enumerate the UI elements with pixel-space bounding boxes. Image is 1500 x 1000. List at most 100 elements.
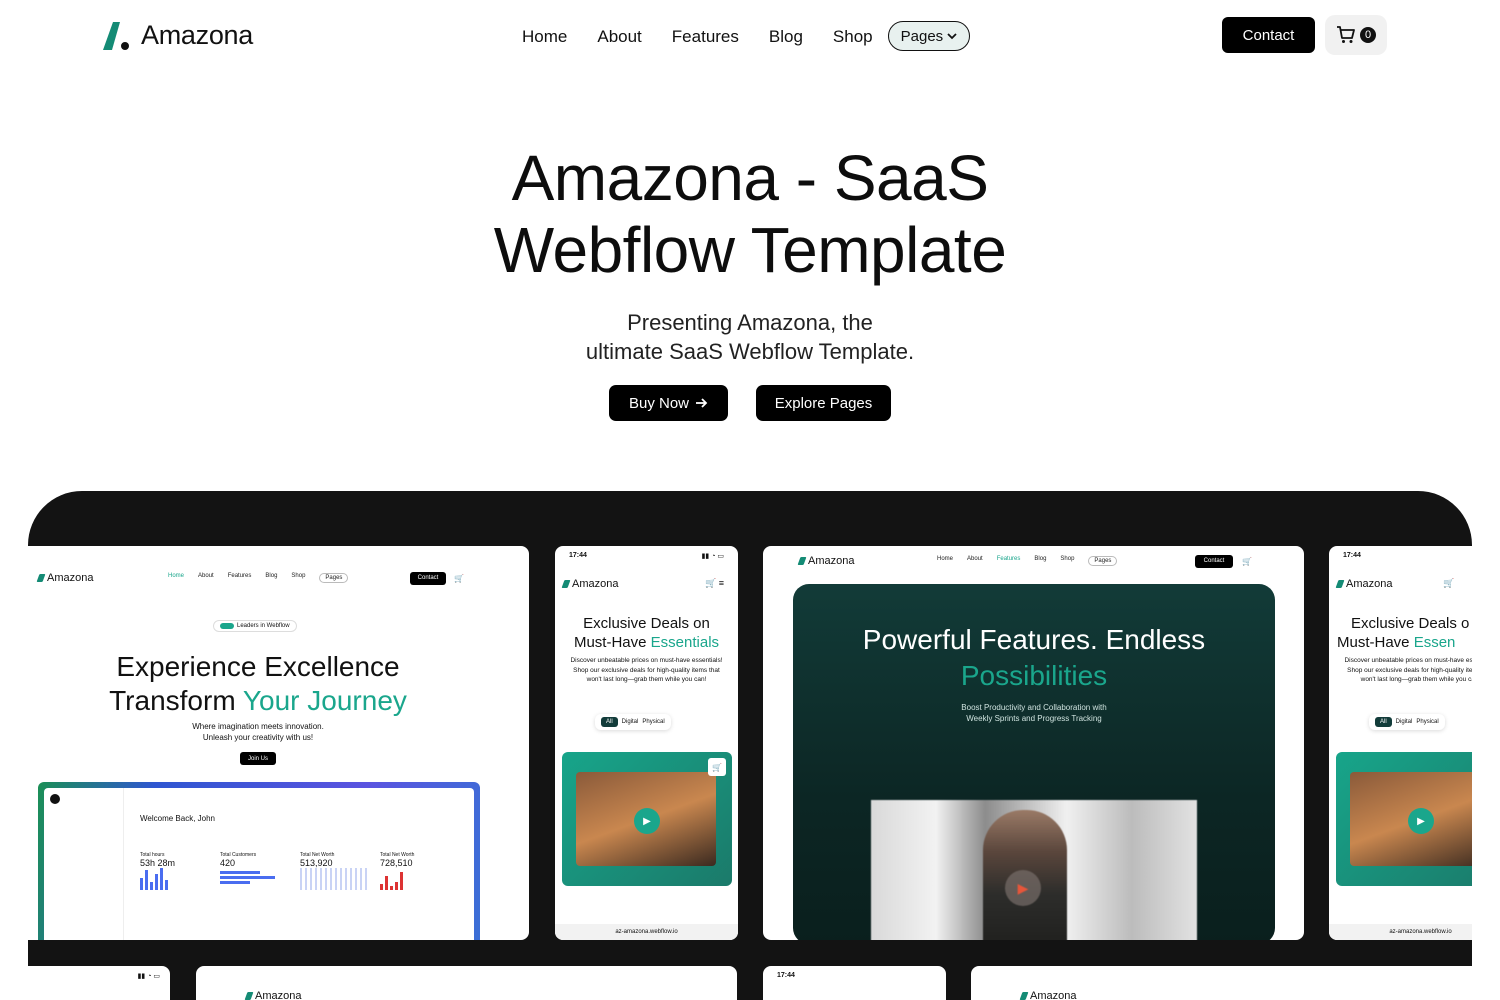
menu-icon: 🛒 ≡ [705, 578, 724, 588]
preview-card-features[interactable]: Amazona Home About Features Blog Shop Pa… [763, 546, 1304, 940]
preview-logo: Amazona [797, 555, 855, 567]
preview-card-row2-1[interactable]: ▮▮ ◔ ▭ [28, 966, 170, 1000]
dashboard-window: Welcome Back, John Total hours 53h 28m To… [44, 788, 474, 940]
preview-subtext: Boost Productivity and Collaboration wit… [793, 702, 1275, 724]
preview-card-shop-mobile[interactable]: 17:44 ▮▮ ◔ ▭ Amazona 🛒 ≡ Exclusive Deals… [555, 546, 738, 940]
preview-body: Discover unbeatable prices on must-have … [570, 657, 723, 683]
preview-link: Blog [265, 573, 278, 579]
stat-chart [140, 868, 210, 890]
logo-icon [1019, 992, 1029, 1000]
contact-button[interactable]: Contact [1222, 17, 1315, 53]
preview-join-button: Join Us [240, 752, 276, 765]
preview-link: About [198, 573, 214, 579]
browser-url: az-amazona.webflow.io [1329, 924, 1472, 940]
preview-logo-text: Amazona [808, 555, 855, 567]
tab: Physical [1416, 719, 1439, 725]
preview-link: About [967, 556, 983, 562]
preview-nav: Amazona Home About Features Blog Shop Pa… [36, 571, 518, 585]
preview-pages-pill: Pages [1088, 556, 1118, 566]
preview-logo-text: Amazona [1030, 990, 1077, 1000]
pages-dropdown[interactable]: Pages [887, 21, 971, 51]
preview-nav: Amazona Home About Features Blog Shop Pa… [797, 554, 1279, 568]
preview-heading-line1: Experience Excellence [116, 651, 400, 682]
preview-card-row2-4[interactable]: Amazona [971, 966, 1472, 1000]
preview-heading-line2b: Essentials [650, 634, 720, 651]
preview-card-shop-mobile-2[interactable]: 17:44 Amazona 🛒 Exclusive Deals o Must-H… [1329, 546, 1472, 940]
hero-buttons: Buy Now Explore Pages [609, 385, 891, 421]
preview-heading-line2b: Your Journey [242, 685, 407, 716]
preview-heading-line1: Powerful Features. Endless [862, 624, 1206, 655]
logo-icon [561, 580, 571, 588]
nav-link-features[interactable]: Features [672, 27, 739, 47]
preview-card-row2-2[interactable]: Amazona [196, 966, 737, 1000]
hero-subtitle: Presenting Amazona, the ultimate SaaS We… [0, 308, 1500, 366]
preview-sub1: Boost Productivity and Collaboration wit… [961, 703, 1107, 712]
preview-contact-button: Contact [410, 571, 446, 585]
preview-logo: Amazona [1019, 990, 1077, 1000]
logo-icon [797, 557, 807, 565]
preview-cart-icon: 🛒 [1242, 556, 1252, 566]
preview-heading-line1: Exclusive Deals o [1351, 615, 1470, 632]
preview-heading: Exclusive Deals on Must-Have Essentials [555, 614, 738, 652]
hero-title-line2: Webflow Template [493, 214, 1007, 286]
preview-sub2: Weekly Sprints and Progress Tracking [966, 714, 1102, 723]
stat-chart [380, 868, 450, 890]
preview-sub2: Unleash your creativity with us! [202, 733, 314, 742]
nav-link-blog[interactable]: Blog [769, 27, 803, 47]
product-image: ▶ [1336, 752, 1472, 886]
stat-card: Total Net Worth 513,920 [300, 852, 370, 893]
preview-heading: Exclusive Deals o Must-Have Essen [1337, 614, 1472, 652]
preview-link: Features [227, 573, 252, 579]
preview-logo: Amazona [36, 572, 93, 584]
preview-tabs: All Digital Physical [1369, 714, 1445, 730]
features-hero-panel: Powerful Features. Endless Possibilities… [793, 584, 1275, 940]
nav-link-about[interactable]: About [597, 27, 641, 47]
hero-subtitle-line2: ultimate SaaS Webflow Template. [585, 339, 915, 364]
preview-tabs: All Digital Physical [595, 714, 671, 730]
preview-card-row2-3[interactable]: 17:44 [763, 966, 946, 1000]
dashboard-sidebar [44, 788, 124, 940]
stat-value: 53h 28m [140, 858, 176, 868]
status-time: 17:44 [1343, 552, 1361, 559]
preview-link: Blog [1034, 556, 1047, 562]
preview-link: Features [996, 556, 1021, 562]
nav-link-home[interactable]: Home [522, 27, 567, 47]
stat-card: Total hours 53h 28m [140, 852, 210, 893]
preview-heading-line2a: Must-Have [1337, 634, 1414, 651]
hero-title-line1: Amazona - SaaS [511, 142, 989, 214]
preview-pages-pill: Pages [319, 573, 349, 583]
tab: Digital [621, 719, 639, 725]
logo[interactable]: Amazona [103, 20, 253, 51]
preview-link: Home [168, 573, 185, 579]
preview-heading-line2a: Transform [109, 685, 243, 716]
buy-now-button[interactable]: Buy Now [609, 385, 728, 421]
preview-heading: Experience Excellence Transform Your Jou… [28, 650, 488, 718]
preview-links: Home About Features Blog Shop Pages [168, 573, 349, 583]
hero-subtitle-line1: Presenting Amazona, the [627, 310, 873, 335]
dashboard-stats: Total hours 53h 28m Total Customers 420 To… [140, 852, 450, 893]
video-thumbnail: ▶ [871, 800, 1197, 940]
preview-link: Shop [291, 573, 306, 579]
logo-icon [103, 21, 133, 50]
status-icons: ▮▮ ◔ ▭ [701, 553, 724, 560]
template-showcase: Amazona Home About Features Blog Shop Pa… [28, 491, 1472, 1000]
stat-value: 513,920 [300, 858, 333, 868]
explore-pages-button[interactable]: Explore Pages [756, 385, 891, 421]
dashboard-mockup: Welcome Back, John Total hours 53h 28m To… [38, 782, 480, 940]
dashboard-welcome: Welcome Back, John [140, 814, 215, 823]
status-time: 17:44 [777, 972, 795, 979]
preview-card-home[interactable]: Amazona Home About Features Blog Shop Pa… [28, 546, 529, 940]
logo-icon [1335, 580, 1345, 588]
preview-link: Shop [1060, 556, 1075, 562]
stat-chart [220, 871, 290, 893]
status-time: 17:44 [569, 552, 587, 559]
preview-subtext: Where imagination meets innovation. Unle… [28, 721, 488, 743]
logo-icon [36, 574, 46, 582]
nav-link-shop[interactable]: Shop [833, 27, 873, 47]
cart-button[interactable]: 0 [1325, 15, 1387, 55]
preview-heading-line2b: Essen [1413, 634, 1456, 651]
play-icon: ▶ [634, 808, 660, 834]
preview-heading-line2: Possibilities [960, 660, 1108, 691]
preview-logo: Amazona [561, 578, 618, 590]
preview-logo-text: Amazona [255, 990, 302, 1000]
